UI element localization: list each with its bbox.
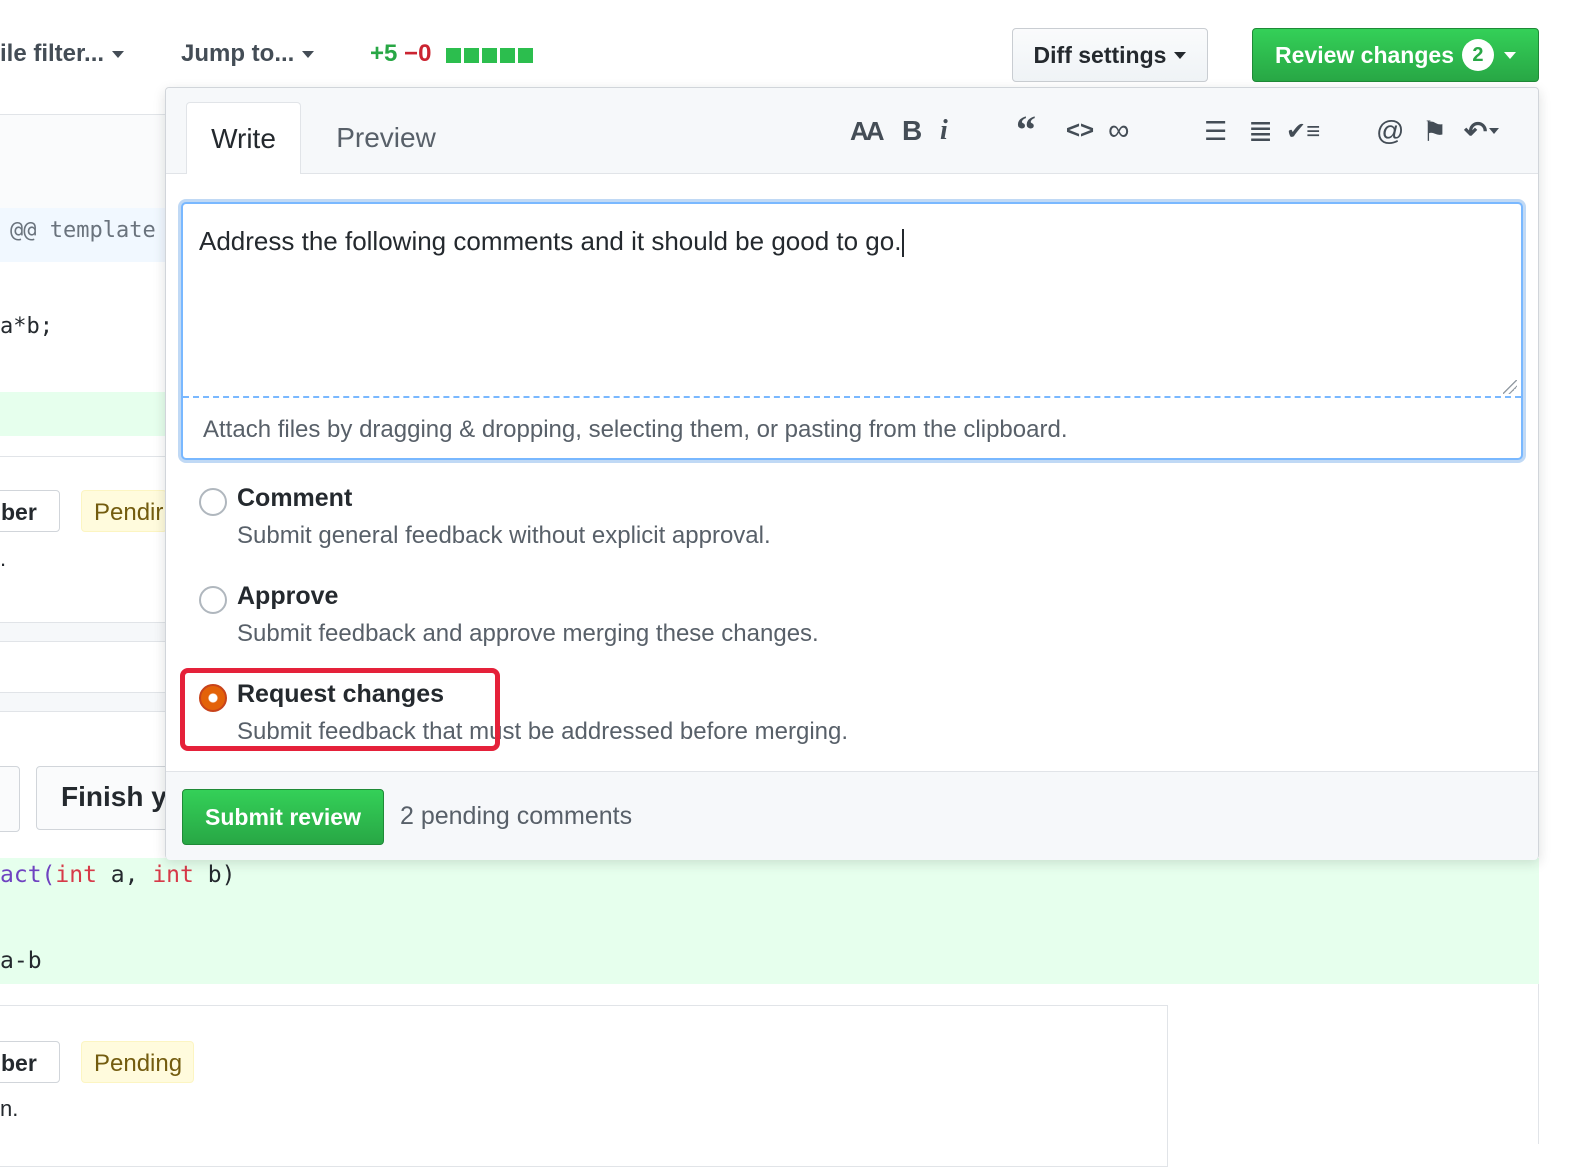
file-header-panel — [0, 114, 168, 212]
hunk-header: @@ template — [10, 218, 156, 243]
review-changes-button[interactable]: Review changes 2 — [1252, 28, 1539, 82]
diffstat-block — [464, 48, 479, 63]
bold-icon[interactable]: B — [902, 114, 922, 148]
radio-comment[interactable] — [199, 488, 227, 516]
finish-review-button[interactable]: Finish y — [36, 766, 176, 830]
author-chip[interactable]: ber — [0, 1041, 60, 1083]
quote-icon[interactable]: “ — [1016, 107, 1036, 152]
thread-divider — [0, 622, 168, 642]
review-body-text: Address the following comments and it sh… — [199, 226, 902, 256]
pending-comments-count: 2 pending comments — [400, 802, 633, 830]
diffstat-block — [500, 48, 515, 63]
jump-to-label: Jump to... — [181, 40, 295, 67]
link-icon[interactable]: ∞ — [1108, 114, 1129, 148]
code-keyword: int — [152, 862, 194, 888]
divider — [1538, 984, 1539, 1144]
chevron-down-icon — [1174, 51, 1187, 59]
comment-text-fragment: n. — [0, 1096, 19, 1121]
pending-badge: Pendir — [81, 490, 167, 532]
comment-text-fragment: . — [0, 546, 7, 571]
numbered-list-icon[interactable]: ≣ — [1248, 114, 1273, 148]
chevron-down-icon — [1503, 51, 1516, 59]
file-filter-label: ile filter... — [0, 40, 105, 67]
option-description: Submit general feedback without explicit… — [237, 522, 771, 549]
diff-settings-label: Diff settings — [1033, 41, 1167, 68]
code-keyword: int — [55, 862, 97, 888]
thread-divider — [0, 692, 168, 712]
bulleted-list-icon[interactable]: ☰ — [1204, 114, 1227, 148]
diffstat-deletions: −0 — [404, 40, 432, 67]
diffstat-block — [482, 48, 497, 63]
task-list-icon[interactable]: ✔≡ — [1286, 114, 1320, 148]
review-changes-label: Review changes — [1275, 41, 1454, 68]
tab-write[interactable]: Write — [186, 102, 301, 174]
resize-handle[interactable] — [1503, 380, 1517, 394]
diffstat-block — [446, 48, 461, 63]
diffstat: +5 −0 — [370, 40, 431, 68]
code-icon[interactable]: <> — [1066, 114, 1094, 148]
option-description: Submit feedback and approve merging thes… — [237, 620, 819, 647]
comment-thread — [0, 456, 168, 628]
diffstat-additions: +5 — [370, 40, 398, 67]
author-chip[interactable]: ber — [0, 490, 60, 532]
italic-icon[interactable]: i — [940, 114, 948, 148]
code-line-function: act(int a, int b) — [0, 862, 235, 888]
chevron-down-icon — [112, 51, 125, 59]
option-title: Comment — [237, 484, 353, 512]
reply-arrow: ↶ — [1464, 115, 1488, 147]
added-line — [0, 392, 166, 436]
comment-thread — [0, 1005, 1168, 1167]
tab-preview[interactable]: Preview — [316, 102, 456, 174]
code-text: b) — [193, 862, 236, 888]
file-filter-dropdown[interactable]: ile filter... — [0, 40, 125, 68]
annotation-highlight-box — [180, 668, 500, 751]
review-popover: Write Preview AA B i “ <> ∞ ☰ ≣ ✔≡ @ ⚑ ↶… — [165, 87, 1539, 860]
review-footer: Submit review 2 pending comments — [166, 771, 1538, 860]
radio-approve[interactable] — [199, 586, 227, 614]
pending-count-badge: 2 — [1461, 39, 1494, 71]
code-function-name: act( — [0, 862, 56, 888]
pending-badge: Pending — [81, 1041, 194, 1083]
saved-reply-icon[interactable]: ⚑ — [1422, 114, 1447, 148]
editor-header: Write Preview AA B i “ <> ∞ ☰ ≣ ✔≡ @ ⚑ ↶ — [166, 88, 1538, 174]
diffstat-blocks — [446, 48, 533, 63]
header-icon[interactable]: AA — [850, 114, 885, 148]
option-title: Approve — [237, 582, 339, 610]
chevron-down-icon — [302, 51, 315, 59]
chevron-down-icon — [1489, 128, 1500, 134]
submit-review-button[interactable]: Submit review — [182, 789, 384, 845]
cancel-button[interactable] — [0, 766, 20, 832]
review-body-textarea[interactable]: Address the following comments and it sh… — [183, 204, 1521, 398]
attach-files-hint[interactable]: Attach files by dragging & dropping, sel… — [203, 416, 1067, 444]
code-line: a-b — [0, 948, 42, 974]
jump-to-dropdown[interactable]: Jump to... — [181, 40, 315, 68]
mention-icon[interactable]: @ — [1376, 114, 1404, 148]
reply-icon[interactable]: ↶ — [1464, 114, 1500, 148]
diffstat-block — [518, 48, 533, 63]
text-cursor — [902, 229, 905, 258]
code-line: a*b; — [0, 314, 53, 339]
review-body-editor: Address the following comments and it sh… — [181, 202, 1523, 460]
diff-settings-button[interactable]: Diff settings — [1012, 28, 1208, 82]
code-text: a, — [96, 862, 153, 888]
